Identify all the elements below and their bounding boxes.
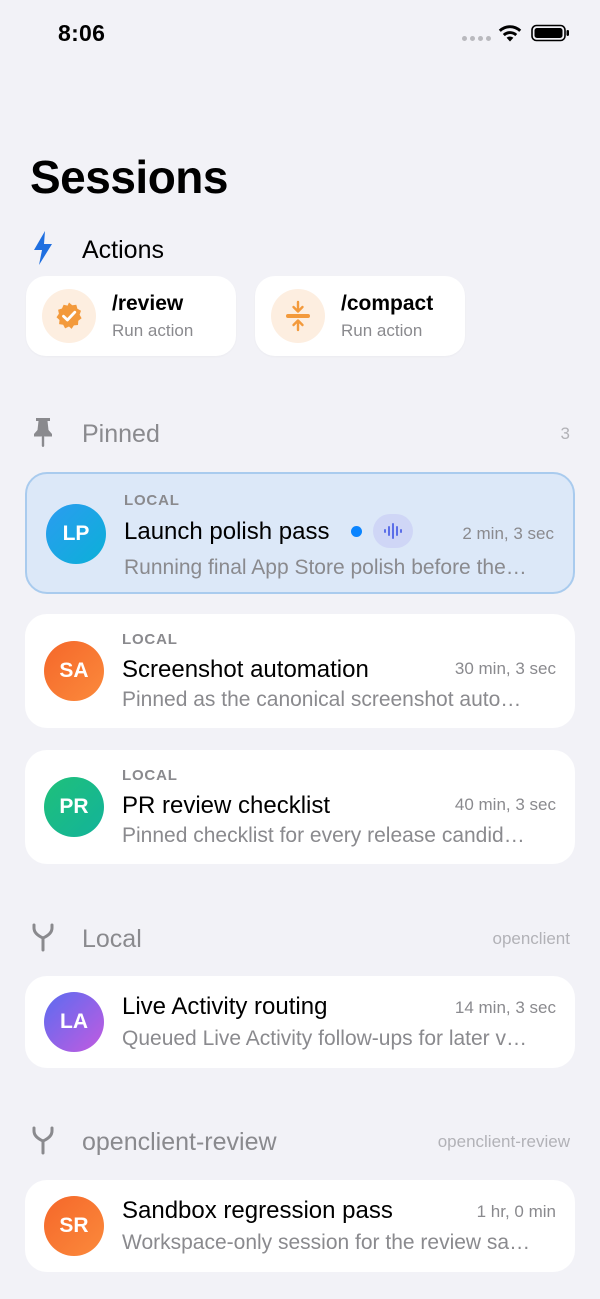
action-chip-review[interactable]: /review Run action bbox=[26, 276, 236, 356]
pin-icon bbox=[28, 412, 58, 452]
session-preview: Pinned as the canonical screenshot auto… bbox=[122, 688, 522, 711]
session-preview: Workspace-only session for the review sa… bbox=[122, 1231, 531, 1254]
checkmark-seal-icon bbox=[42, 289, 96, 343]
status-bar: 8:06 bbox=[0, 0, 600, 66]
session-card-screenshot-automation[interactable]: SA LOCAL Screenshot automation 30 min, 3… bbox=[25, 614, 575, 728]
avatar: LP bbox=[46, 504, 106, 564]
wifi-icon bbox=[498, 25, 522, 42]
session-title: Live Activity routing bbox=[122, 993, 328, 1020]
session-title: PR review checklist bbox=[122, 792, 331, 819]
session-preview: Pinned checklist for every release candi… bbox=[122, 824, 525, 847]
actions-section-header: Actions bbox=[0, 228, 600, 268]
pinned-section-title: Pinned bbox=[82, 420, 160, 448]
cellular-signal-icon bbox=[462, 36, 491, 41]
session-time: 2 min, 3 sec bbox=[462, 524, 554, 543]
action-subtitle: Run action bbox=[112, 321, 194, 340]
session-preview: Queued Live Activity follow-ups for late… bbox=[122, 1027, 528, 1050]
battery-icon bbox=[531, 24, 569, 42]
waveform-icon bbox=[373, 514, 413, 548]
session-title: Launch polish pass bbox=[124, 518, 330, 545]
session-time: 30 min, 3 sec bbox=[454, 659, 556, 678]
compress-arrows-icon bbox=[271, 289, 325, 343]
avatar: LA bbox=[44, 992, 104, 1052]
local-section-header: Local openclient bbox=[0, 917, 600, 957]
session-title: Screenshot automation bbox=[122, 656, 369, 683]
bolt-icon bbox=[28, 228, 58, 268]
session-source: LOCAL bbox=[122, 767, 178, 784]
sessions-screen: 8:06 Sessions Actions /review Run action… bbox=[0, 0, 600, 1299]
branch-icon bbox=[28, 1120, 58, 1160]
review-section-header: openclient-review openclient-review bbox=[0, 1120, 600, 1160]
avatar: PR bbox=[44, 777, 104, 837]
action-name: /review bbox=[112, 292, 184, 315]
action-chip-compact[interactable]: /compact Run action bbox=[255, 276, 465, 356]
pinned-section-header: Pinned 3 bbox=[0, 412, 600, 452]
actions-section-title: Actions bbox=[82, 236, 164, 264]
page-title: Sessions bbox=[30, 151, 229, 203]
branch-icon bbox=[28, 917, 58, 957]
session-time: 1 hr, 0 min bbox=[476, 1202, 556, 1221]
local-section-title: Local bbox=[82, 925, 142, 953]
review-section-title: openclient-review bbox=[82, 1128, 277, 1156]
unread-dot-icon bbox=[351, 526, 362, 537]
session-time: 14 min, 3 sec bbox=[454, 998, 556, 1017]
session-source: LOCAL bbox=[122, 631, 178, 648]
session-card-pr-review-checklist[interactable]: PR LOCAL PR review checklist 40 min, 3 s… bbox=[25, 750, 575, 864]
session-card-sandbox-regression-pass[interactable]: SR Sandbox regression pass 1 hr, 0 min W… bbox=[25, 1180, 575, 1272]
action-subtitle: Run action bbox=[341, 321, 423, 340]
session-card-live-activity-routing[interactable]: LA Live Activity routing 14 min, 3 sec Q… bbox=[25, 976, 575, 1068]
avatar: SA bbox=[44, 641, 104, 701]
session-title: Sandbox regression pass bbox=[122, 1197, 393, 1224]
avatar: SR bbox=[44, 1196, 104, 1256]
session-card-launch-polish-pass[interactable]: LP LOCAL Launch polish pass 2 min, 3 sec… bbox=[25, 472, 575, 594]
review-section-meta: openclient-review bbox=[437, 1132, 570, 1151]
session-preview: Running final App Store polish before th… bbox=[124, 556, 527, 579]
status-time: 8:06 bbox=[58, 20, 106, 46]
pinned-count: 3 bbox=[560, 424, 570, 443]
session-source: LOCAL bbox=[124, 492, 180, 509]
session-time: 40 min, 3 sec bbox=[454, 795, 556, 814]
action-name: /compact bbox=[341, 292, 434, 315]
local-section-meta: openclient bbox=[492, 929, 570, 948]
